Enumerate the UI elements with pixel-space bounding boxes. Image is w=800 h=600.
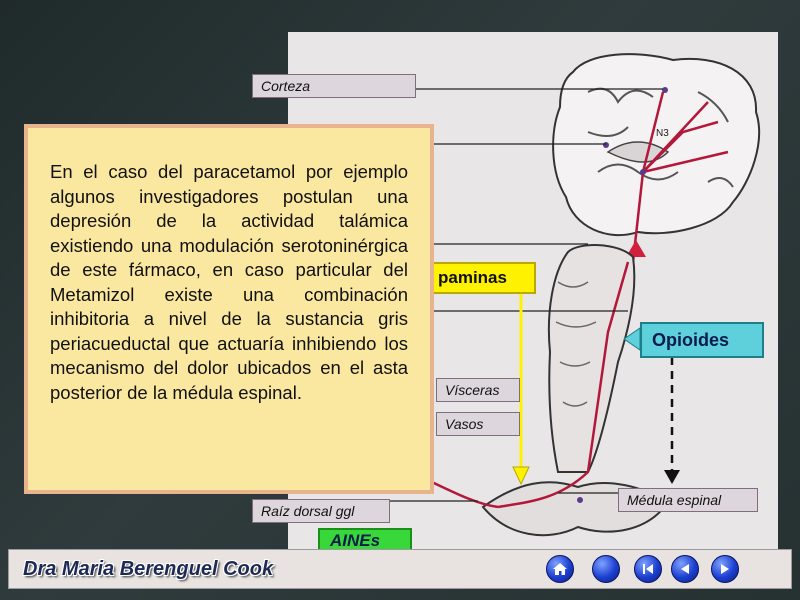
label-dopaminas: paminas	[428, 262, 536, 294]
label-visceras: Vísceras	[436, 378, 520, 402]
slide: N3 Corteza paminas Opioides Vísceras Vas…	[0, 0, 800, 600]
dopamine-arrowhead	[512, 466, 530, 486]
label-corteza: Corteza	[252, 74, 416, 98]
neuron-dot	[603, 142, 609, 148]
menu-button[interactable]	[592, 555, 620, 583]
label-vasos: Vasos	[436, 412, 520, 436]
prev-icon	[681, 564, 689, 574]
label-medula-espinal: Médula espinal	[618, 488, 758, 512]
neuron-dot	[577, 497, 583, 503]
home-icon	[553, 563, 567, 575]
footer-bar: Dra Maria Berenguel Cook	[8, 549, 792, 589]
neuron-dot	[640, 169, 646, 175]
opioid-arrowhead	[664, 470, 680, 484]
circle-icon	[601, 564, 611, 574]
fiber-label: N3	[656, 128, 669, 139]
first-slide-button[interactable]	[634, 555, 662, 583]
brain-outline	[552, 53, 761, 237]
home-button[interactable]	[546, 555, 574, 583]
explanation-text: En el caso del paracetamol por ejemplo a…	[50, 161, 408, 403]
author-name: Dra Maria Berenguel Cook	[23, 558, 274, 580]
next-slide-button[interactable]	[711, 555, 739, 583]
first-icon	[643, 564, 653, 574]
explanation-textbox: En el caso del paracetamol por ejemplo a…	[24, 124, 434, 494]
label-raiz-dorsal: Raíz dorsal ggl	[252, 499, 390, 523]
next-icon	[721, 564, 729, 574]
previous-slide-button[interactable]	[671, 555, 699, 583]
neuron-dot	[662, 87, 668, 93]
label-opioides: Opioides	[640, 322, 764, 358]
